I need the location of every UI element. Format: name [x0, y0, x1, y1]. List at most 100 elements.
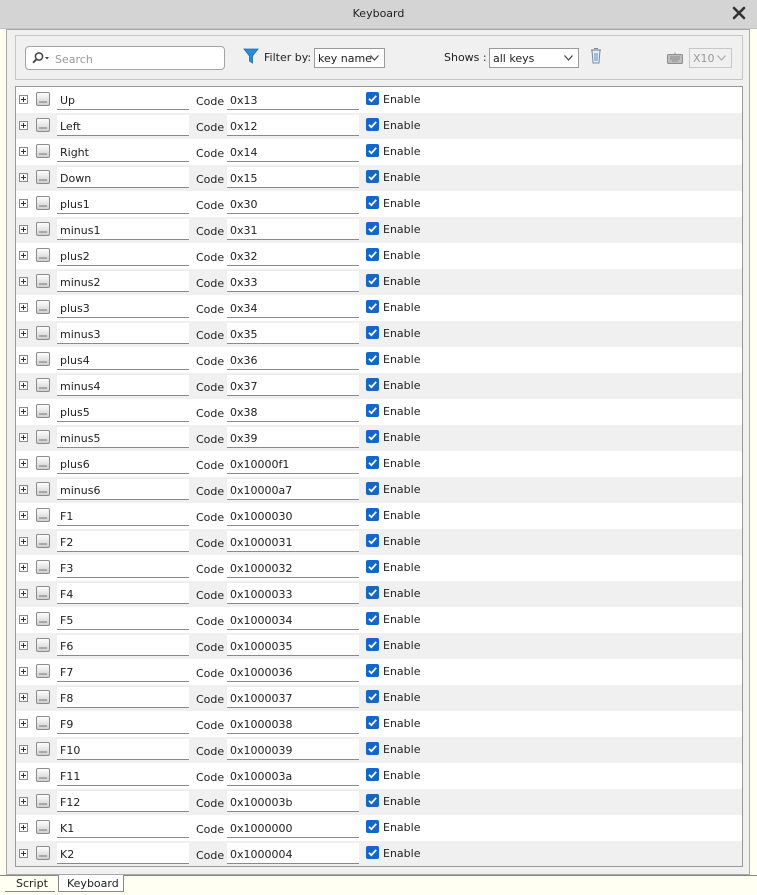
- key-code-field[interactable]: [227, 89, 359, 110]
- key-code-field[interactable]: [227, 713, 359, 734]
- expand-icon[interactable]: [19, 225, 28, 234]
- expand-icon[interactable]: [19, 745, 28, 754]
- key-code-field[interactable]: [227, 401, 359, 422]
- key-code-field[interactable]: [227, 687, 359, 708]
- close-icon[interactable]: [732, 6, 746, 20]
- key-code-field[interactable]: [227, 739, 359, 760]
- enable-checkbox[interactable]: [366, 352, 379, 365]
- key-name-field[interactable]: [57, 141, 189, 162]
- key-name-field[interactable]: [57, 375, 189, 396]
- enable-checkbox[interactable]: [366, 92, 379, 105]
- key-code-field[interactable]: [227, 115, 359, 136]
- enable-checkbox[interactable]: [366, 170, 379, 183]
- expand-icon[interactable]: [19, 511, 28, 520]
- enable-checkbox[interactable]: [366, 586, 379, 599]
- key-code-field[interactable]: [227, 817, 359, 838]
- key-code-field[interactable]: [227, 635, 359, 656]
- expand-icon[interactable]: [19, 537, 28, 546]
- expand-icon[interactable]: [19, 355, 28, 364]
- expand-icon[interactable]: [19, 615, 28, 624]
- expand-icon[interactable]: [19, 95, 28, 104]
- key-code-field[interactable]: [227, 271, 359, 292]
- search-input[interactable]: [53, 50, 222, 68]
- key-name-field[interactable]: [57, 167, 189, 188]
- key-code-field[interactable]: [227, 375, 359, 396]
- enable-checkbox[interactable]: [366, 638, 379, 651]
- expand-icon[interactable]: [19, 407, 28, 416]
- key-code-field[interactable]: [227, 609, 359, 630]
- key-code-field[interactable]: [227, 349, 359, 370]
- enable-checkbox[interactable]: [366, 560, 379, 573]
- expand-icon[interactable]: [19, 199, 28, 208]
- enable-checkbox[interactable]: [366, 716, 379, 729]
- expand-icon[interactable]: [19, 641, 28, 650]
- enable-checkbox[interactable]: [366, 378, 379, 391]
- enable-checkbox[interactable]: [366, 222, 379, 235]
- key-name-field[interactable]: [57, 193, 189, 214]
- enable-checkbox[interactable]: [366, 404, 379, 417]
- key-name-field[interactable]: [57, 687, 189, 708]
- key-name-field[interactable]: [57, 557, 189, 578]
- key-code-field[interactable]: [227, 843, 359, 864]
- expand-icon[interactable]: [19, 381, 28, 390]
- enable-checkbox[interactable]: [366, 612, 379, 625]
- enable-checkbox[interactable]: [366, 430, 379, 443]
- expand-icon[interactable]: [19, 433, 28, 442]
- expand-icon[interactable]: [19, 459, 28, 468]
- clear-filter-icon[interactable]: [589, 47, 603, 65]
- enable-checkbox[interactable]: [366, 768, 379, 781]
- key-name-field[interactable]: [57, 89, 189, 110]
- enable-checkbox[interactable]: [366, 690, 379, 703]
- key-code-field[interactable]: [227, 323, 359, 344]
- key-name-field[interactable]: [57, 349, 189, 370]
- key-name-field[interactable]: [57, 219, 189, 240]
- key-code-field[interactable]: [227, 427, 359, 448]
- key-name-field[interactable]: [57, 765, 189, 786]
- key-name-field[interactable]: [57, 505, 189, 526]
- enable-checkbox[interactable]: [366, 456, 379, 469]
- key-name-field[interactable]: [57, 583, 189, 604]
- key-name-field[interactable]: [57, 635, 189, 656]
- key-name-field[interactable]: [57, 609, 189, 630]
- expand-icon[interactable]: [19, 563, 28, 572]
- key-name-field[interactable]: [57, 791, 189, 812]
- expand-icon[interactable]: [19, 303, 28, 312]
- key-code-field[interactable]: [227, 219, 359, 240]
- enable-checkbox[interactable]: [366, 664, 379, 677]
- tab-script[interactable]: Script: [5, 875, 55, 892]
- search-box[interactable]: [25, 46, 225, 70]
- key-name-field[interactable]: [57, 401, 189, 422]
- key-code-field[interactable]: [227, 531, 359, 552]
- enable-checkbox[interactable]: [366, 300, 379, 313]
- key-name-field[interactable]: [57, 453, 189, 474]
- key-name-field[interactable]: [57, 713, 189, 734]
- key-code-field[interactable]: [227, 557, 359, 578]
- expand-icon[interactable]: [19, 667, 28, 676]
- key-name-field[interactable]: [57, 817, 189, 838]
- shows-select[interactable]: all keys: [489, 48, 579, 68]
- key-code-field[interactable]: [227, 791, 359, 812]
- key-name-field[interactable]: [57, 843, 189, 864]
- enable-checkbox[interactable]: [366, 144, 379, 157]
- key-name-field[interactable]: [57, 739, 189, 760]
- filter-icon[interactable]: [243, 48, 259, 64]
- key-name-field[interactable]: [57, 271, 189, 292]
- expand-icon[interactable]: [19, 329, 28, 338]
- expand-icon[interactable]: [19, 277, 28, 286]
- key-code-field[interactable]: [227, 141, 359, 162]
- expand-icon[interactable]: [19, 849, 28, 858]
- expand-icon[interactable]: [19, 797, 28, 806]
- key-name-field[interactable]: [57, 479, 189, 500]
- tab-keyboard[interactable]: Keyboard: [58, 875, 124, 892]
- key-code-field[interactable]: [227, 453, 359, 474]
- key-name-field[interactable]: [57, 427, 189, 448]
- expand-icon[interactable]: [19, 719, 28, 728]
- enable-checkbox[interactable]: [366, 846, 379, 859]
- enable-checkbox[interactable]: [366, 742, 379, 755]
- key-name-field[interactable]: [57, 245, 189, 266]
- scale-select[interactable]: X10: [689, 48, 732, 68]
- expand-icon[interactable]: [19, 771, 28, 780]
- key-name-field[interactable]: [57, 323, 189, 344]
- expand-icon[interactable]: [19, 485, 28, 494]
- key-code-field[interactable]: [227, 479, 359, 500]
